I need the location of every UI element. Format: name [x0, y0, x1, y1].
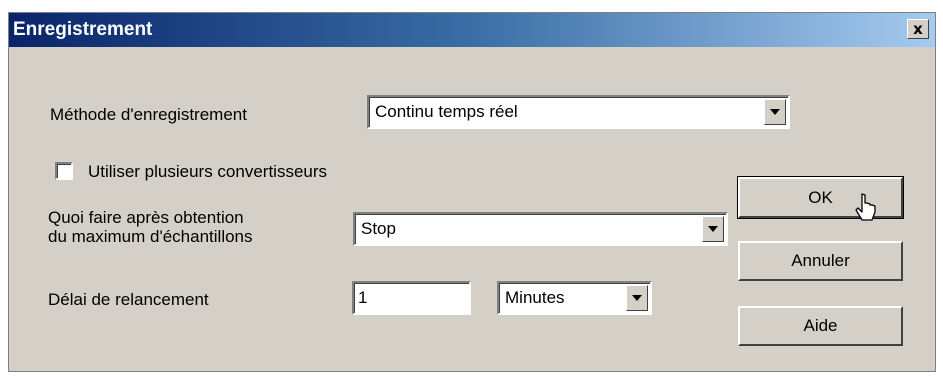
chevron-down-icon	[632, 295, 642, 301]
method-select[interactable]: Continu temps réel	[367, 95, 790, 129]
help-button-label: Aide	[803, 316, 838, 335]
ok-button[interactable]: OK	[737, 176, 904, 219]
title-bar[interactable]: Enregistrement x	[9, 13, 935, 47]
cancel-button[interactable]: Annuler	[738, 241, 903, 281]
restart-delay-unit-arrow[interactable]	[626, 285, 648, 311]
help-button[interactable]: Aide	[738, 306, 903, 346]
method-label: Méthode d'enregistrement	[50, 105, 247, 124]
method-select-arrow[interactable]	[764, 99, 786, 125]
multi-converter-label[interactable]: Utiliser plusieurs convertisseurs	[88, 162, 327, 182]
window-title: Enregistrement	[13, 19, 153, 40]
after-max-select-value: Stop	[361, 219, 396, 238]
pointer-cursor-icon	[855, 193, 876, 221]
method-select-value: Continu temps réel	[375, 102, 518, 121]
multi-converter-checkbox[interactable]	[55, 162, 73, 180]
close-button[interactable]: x	[907, 19, 929, 39]
restart-delay-unit-select[interactable]: Minutes	[497, 281, 652, 315]
ok-button-label: OK	[808, 187, 833, 207]
after-max-select[interactable]: Stop	[353, 212, 728, 246]
after-max-label-line2: du maximum d'échantillons	[48, 227, 253, 246]
restart-delay-label: Délai de relancement	[48, 290, 209, 309]
chevron-down-icon	[708, 226, 718, 232]
close-icon: x	[913, 20, 923, 38]
chevron-down-icon	[770, 109, 780, 115]
after-max-select-arrow[interactable]	[702, 216, 724, 242]
restart-delay-unit-value: Minutes	[505, 288, 565, 307]
restart-delay-value: 1	[358, 288, 368, 307]
restart-delay-input[interactable]: 1	[352, 281, 471, 315]
after-max-label-line1: Quoi faire après obtention	[48, 208, 244, 227]
cancel-button-label: Annuler	[791, 251, 850, 270]
recording-dialog: Enregistrement x Méthode d'enregistremen…	[8, 12, 936, 372]
